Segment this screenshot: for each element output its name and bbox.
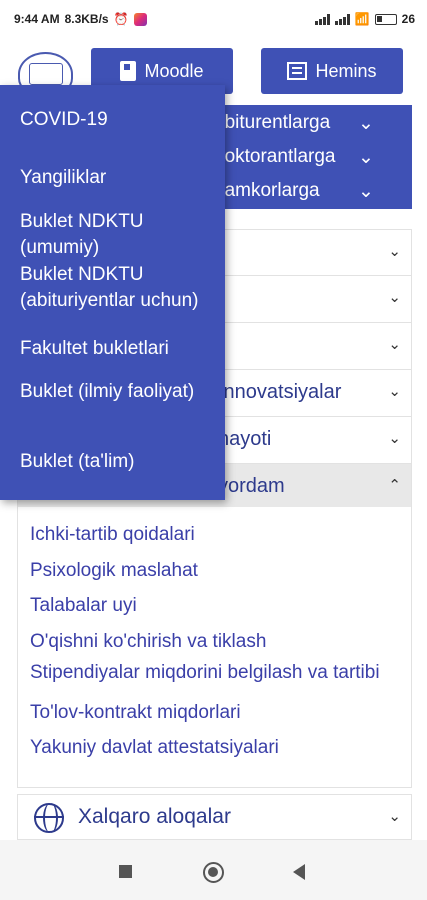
- band-item-label: doktorantlarga: [214, 146, 336, 167]
- chevron-down-icon: ⌄: [388, 336, 401, 353]
- dropdown-item-booklet-research[interactable]: Buklet (ilmiy faoliyat): [20, 379, 220, 405]
- status-right: 📶 26: [314, 12, 415, 26]
- submenu-link[interactable]: Stipendiyalar miqdorini belgilash va tar…: [30, 662, 400, 684]
- international-relations-label: Xalqaro aloqalar: [78, 805, 231, 828]
- booklet-dropdown-menu: COVID-19 Yangiliklar Buklet NDKTU (umumi…: [0, 85, 225, 500]
- back-icon[interactable]: [293, 864, 305, 880]
- book-icon: [120, 61, 137, 81]
- globe-icon: [34, 803, 64, 833]
- accordion-label: hayoti: [218, 428, 272, 450]
- moodle-label: Moodle: [144, 60, 204, 81]
- submenu-link[interactable]: To'lov-kontrakt miqdorlari: [30, 702, 241, 724]
- instagram-icon: [133, 12, 147, 26]
- battery-level: 26: [401, 12, 415, 26]
- chevron-up-icon: ⌃: [388, 477, 401, 494]
- submenu-link[interactable]: Psixologik maslahat: [30, 560, 198, 582]
- signal-icon-2: [334, 13, 350, 25]
- band-item-label: abiturentlarga: [214, 112, 331, 133]
- battery-icon: [374, 13, 397, 25]
- status-speed: 8.3KB/s: [64, 12, 109, 26]
- wifi-icon: 📶: [354, 12, 370, 26]
- submenu-link[interactable]: Talabalar uyi: [30, 595, 137, 617]
- dropdown-item-faculty-booklets[interactable]: Fakultet bukletlari: [20, 336, 220, 362]
- submenu-link[interactable]: Ichki-tartib qoidalari: [30, 524, 195, 546]
- dropdown-item-booklet-general[interactable]: Buklet NDKTU (umumiy): [20, 209, 220, 261]
- status-time: 9:44 AM: [14, 12, 60, 26]
- submenu-link[interactable]: O'qishni ko'chirish va tiklash: [30, 631, 266, 653]
- chevron-down-icon: ⌄: [358, 147, 374, 168]
- dropdown-item-booklet-education[interactable]: Buklet (ta'lim): [20, 449, 220, 475]
- system-nav-bar: [0, 840, 427, 900]
- submenu-link[interactable]: Yakuniy davlat attestatsiyalari: [30, 737, 279, 759]
- dropdown-item-covid[interactable]: COVID-19: [20, 107, 220, 133]
- chevron-down-icon: ⌄: [388, 289, 401, 306]
- chevron-down-icon: ⌄: [388, 243, 401, 260]
- help-submenu: Ichki-tartib qoidalari Psixologik maslah…: [17, 507, 412, 788]
- chevron-down-icon: ⌄: [388, 430, 401, 447]
- international-relations-row[interactable]: Xalqaro aloqalar ⌄: [17, 794, 412, 840]
- chevron-down-icon: ⌄: [388, 808, 401, 825]
- logo-inner: [28, 63, 63, 85]
- checklist-icon: [287, 62, 308, 80]
- dropdown-item-booklet-applicants[interactable]: Buklet NDKTU (abituriyentlar uchun): [20, 262, 220, 314]
- hemis-button[interactable]: Hemins: [261, 48, 403, 94]
- signal-icon: [314, 13, 330, 25]
- alarm-icon: ⏰: [113, 12, 129, 26]
- recents-icon[interactable]: [119, 865, 132, 878]
- accordion-label: Innovatsiyalar: [218, 381, 342, 403]
- hemis-label: Hemins: [315, 60, 377, 81]
- accordion-label: yordam: [218, 475, 285, 497]
- chevron-down-icon: ⌄: [388, 383, 401, 400]
- dropdown-item-news[interactable]: Yangiliklar: [20, 165, 220, 191]
- status-left: 9:44 AM 8.3KB/s ⏰: [14, 12, 147, 26]
- status-bar: 9:44 AM 8.3KB/s ⏰ 📶 26: [0, 0, 427, 38]
- chevron-down-icon: ⌄: [358, 181, 374, 202]
- chevron-down-icon: ⌄: [358, 113, 374, 134]
- home-icon[interactable]: [203, 862, 224, 883]
- band-item-label: hamkorlarga: [214, 180, 320, 201]
